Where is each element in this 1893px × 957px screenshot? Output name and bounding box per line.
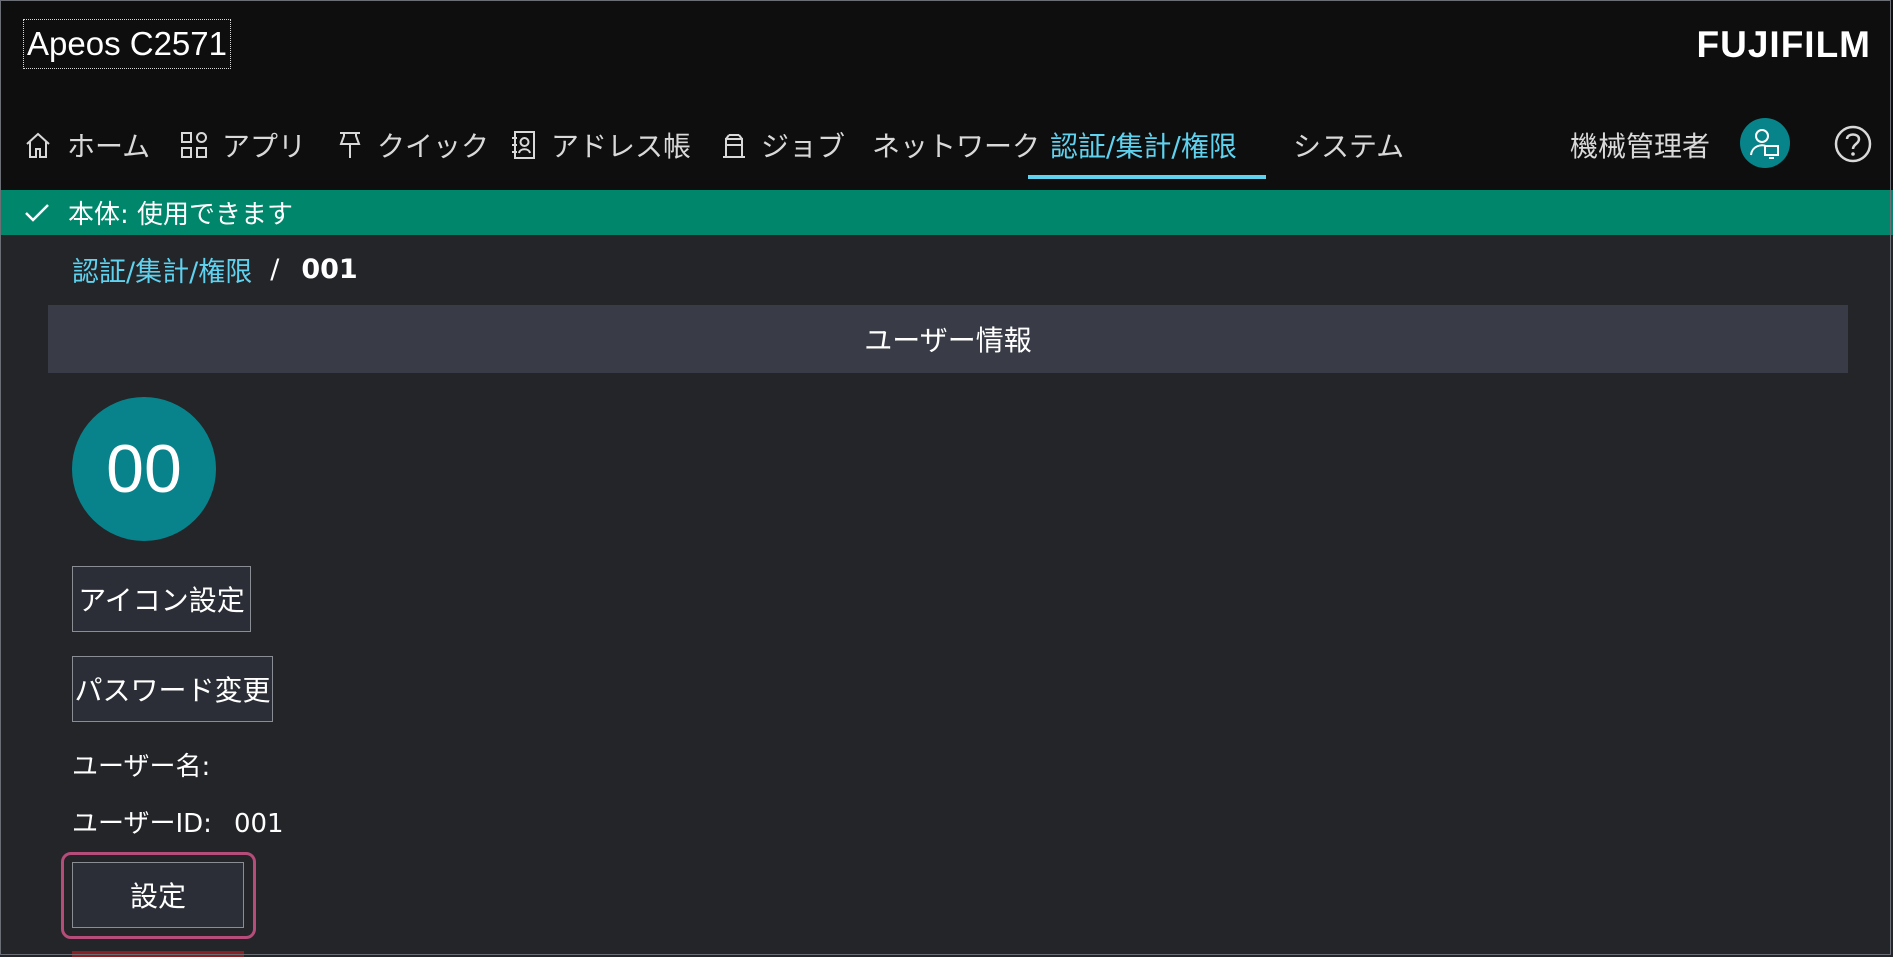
nav-address-book-label: アドレス帳 xyxy=(551,130,692,163)
nav-job-label: ジョブ xyxy=(761,130,846,163)
nav-network-label: ネットワーク xyxy=(872,130,1041,163)
nav-quick-label: クイック xyxy=(377,130,490,163)
nav-home-label: ホーム xyxy=(67,130,151,163)
home-icon xyxy=(26,132,50,158)
change-password-button[interactable]: パスワード変更 xyxy=(72,656,273,722)
nav-system[interactable]: システム xyxy=(1293,112,1404,178)
brand-logo: FUJIFILM xyxy=(1696,24,1871,65)
apps-icon xyxy=(181,132,207,158)
nav-network[interactable]: ネットワーク xyxy=(872,112,1040,178)
user-id-row: ユーザーID: 001 xyxy=(72,803,284,840)
status-bar: 本体: 使用できます xyxy=(0,190,1893,235)
user-avatar: 00 xyxy=(72,397,216,541)
admin-avatar[interactable] xyxy=(1740,118,1790,168)
breadcrumb-current: 001 xyxy=(301,254,358,285)
breadcrumb-separator: / xyxy=(270,254,280,285)
nav-auth[interactable]: 認証/集計/権限 xyxy=(1050,112,1237,178)
nav-auth-label: 認証/集計/権限 xyxy=(1050,130,1237,163)
user-name-row: ユーザー名: xyxy=(72,746,232,783)
nav-apps-label: アプリ xyxy=(222,130,307,163)
help-button[interactable] xyxy=(1833,124,1873,168)
user-id-value: 001 xyxy=(233,809,284,839)
nav-quick[interactable]: クイック xyxy=(337,112,489,178)
help-icon xyxy=(1834,125,1872,163)
delete-button-edge[interactable] xyxy=(72,951,244,957)
nav-system-label: システム xyxy=(1293,130,1405,163)
nav-apps[interactable]: アプリ xyxy=(180,112,306,178)
user-name-label: ユーザー名: xyxy=(72,752,211,782)
section-header: ユーザー情報 xyxy=(48,305,1848,373)
admin-label[interactable]: 機械管理者 xyxy=(1570,125,1710,165)
nav-job[interactable]: ジョブ xyxy=(721,112,845,178)
nav-home[interactable]: ホーム xyxy=(23,112,150,178)
active-tab-indicator xyxy=(1028,175,1266,179)
device-title: Apeos C2571 xyxy=(23,19,231,69)
breadcrumb: 認証/集計/権限 / 001 xyxy=(72,250,358,289)
user-id-label: ユーザーID: xyxy=(72,809,212,839)
job-icon xyxy=(723,134,745,158)
icon-settings-button[interactable]: アイコン設定 xyxy=(72,566,251,632)
nav-address-book[interactable]: アドレス帳 xyxy=(511,112,691,178)
admin-user-icon xyxy=(1750,129,1779,159)
section-title: ユーザー情報 xyxy=(864,324,1032,357)
checkmark-icon xyxy=(25,203,49,222)
address-book-icon xyxy=(512,131,535,159)
pin-icon xyxy=(339,132,361,158)
breadcrumb-parent-link[interactable]: 認証/集計/権限 xyxy=(72,250,252,289)
settings-button[interactable]: 設定 xyxy=(72,862,244,928)
status-text: 本体: 使用できます xyxy=(68,200,294,230)
